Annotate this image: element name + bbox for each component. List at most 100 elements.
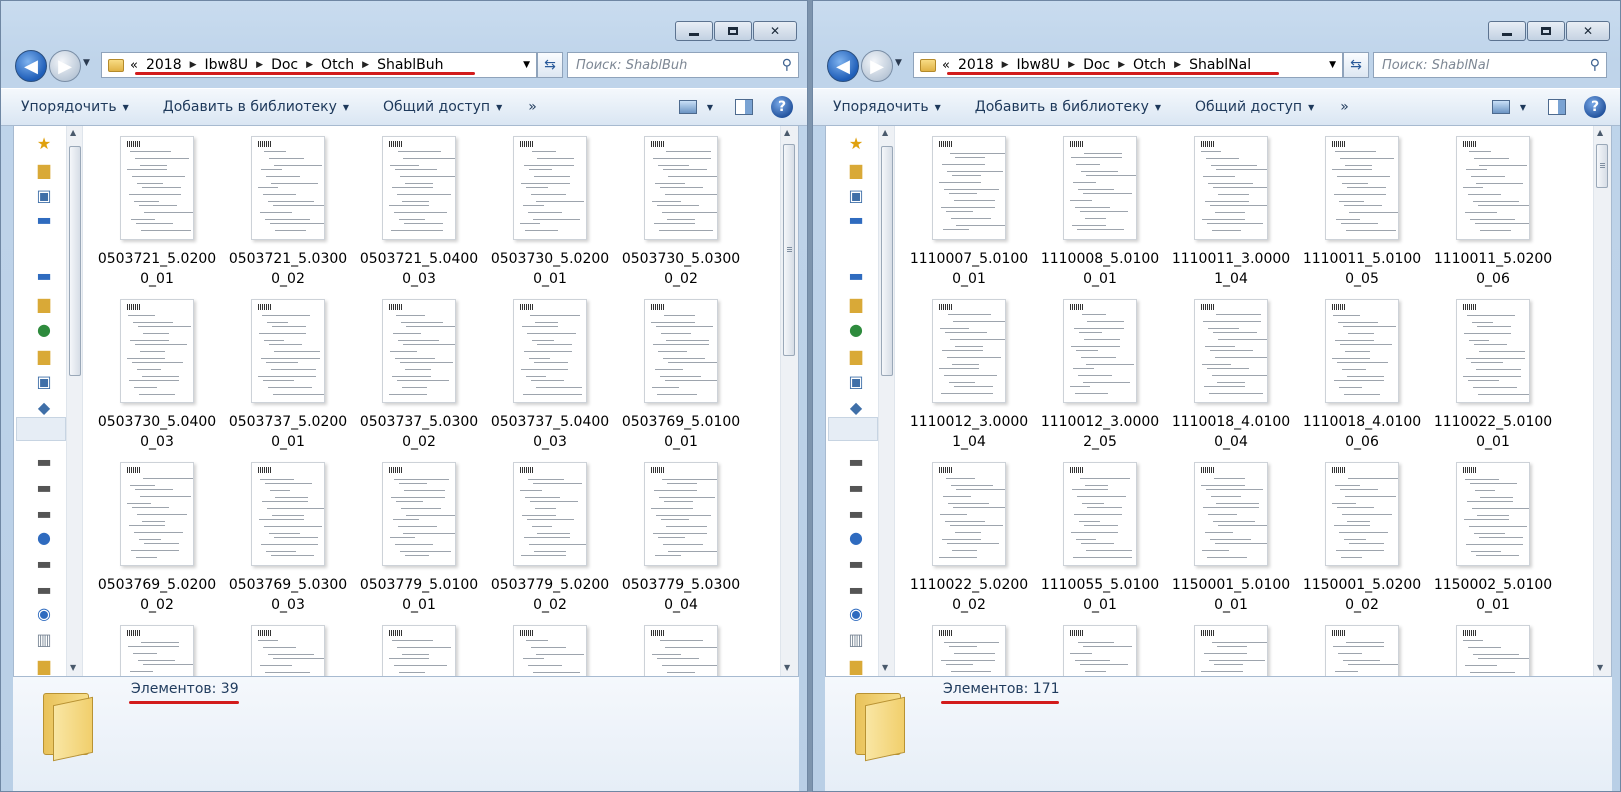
homegroup-icon[interactable]: ◆ (34, 398, 54, 417)
file-item[interactable]: 1150002_5.01000_01 (1428, 462, 1558, 625)
address-dropdown-icon[interactable]: ▼ (1329, 60, 1336, 70)
file-item[interactable] (485, 625, 615, 676)
breadcrumb-item[interactable]: 2018 (958, 57, 994, 73)
file-item[interactable]: 0503769_5.01000_01 (616, 299, 746, 462)
close-button[interactable]: ✕ (753, 21, 797, 41)
breadcrumb-item[interactable]: Doc (271, 57, 298, 73)
computer-nav-item[interactable] (828, 417, 878, 441)
refresh-button[interactable]: ⇆ (537, 52, 563, 78)
file-item[interactable] (904, 625, 1034, 676)
network-icon[interactable]: ● (846, 528, 866, 547)
drive-d-icon[interactable]: ▬ (846, 478, 866, 497)
search-icon[interactable]: ⚲ (782, 57, 792, 73)
organize-menu[interactable]: Упорядочить ▼ (1, 99, 143, 115)
documents-library-icon[interactable]: ▆ (846, 294, 866, 313)
folder-icon[interactable]: ▆ (846, 656, 866, 675)
back-button[interactable]: ◀ (15, 50, 47, 82)
address-dropdown-icon[interactable]: ▼ (523, 60, 530, 70)
pictures-library-icon[interactable]: ● (846, 320, 866, 339)
refresh-button[interactable]: ⇆ (1343, 52, 1369, 78)
file-list-scroll-thumb[interactable] (1596, 144, 1608, 188)
favorites-star-icon[interactable]: ★ (846, 134, 866, 153)
drive-d-icon[interactable]: ▬ (34, 478, 54, 497)
minimize-button[interactable] (675, 21, 713, 41)
drive-g-icon[interactable]: ▬ (846, 580, 866, 599)
pictures-library-icon[interactable]: ● (34, 320, 54, 339)
breadcrumb-separator-icon[interactable]: ▶ (1118, 60, 1125, 70)
search-input[interactable]: Поиск: ShablBuh ⚲ (567, 52, 799, 78)
breadcrumb-item[interactable]: Otch (1133, 57, 1166, 73)
breadcrumb-item[interactable]: Otch (321, 57, 354, 73)
file-item[interactable]: 1150001_5.01000_01 (1166, 462, 1296, 625)
change-view-icon[interactable] (678, 100, 697, 114)
file-item[interactable]: 0503737_5.02000_01 (223, 299, 353, 462)
file-item[interactable]: 0503779_5.03000_04 (616, 462, 746, 625)
file-item[interactable]: 1110055_5.01000_01 (1035, 462, 1165, 625)
navigation-pane-scrollbar[interactable]: ▲ ▼ (66, 126, 83, 676)
breadcrumb-separator-icon[interactable]: ▶ (306, 60, 313, 70)
navigation-scroll-thumb[interactable] (881, 146, 893, 376)
minimize-button[interactable] (1488, 21, 1526, 41)
recent-pages-dropdown[interactable]: ▼ (83, 58, 90, 68)
back-button[interactable]: ◀ (827, 50, 859, 82)
preview-pane-icon[interactable] (1548, 99, 1566, 115)
file-item[interactable]: 0503730_5.02000_01 (485, 136, 615, 299)
file-item[interactable] (223, 625, 353, 676)
file-list-scrollbar[interactable]: ▲ ▼ (1593, 126, 1611, 676)
scroll-down-icon[interactable]: ▼ (70, 663, 76, 672)
file-item[interactable]: 0503769_5.03000_03 (223, 462, 353, 625)
file-item[interactable]: 1150001_5.02000_02 (1297, 462, 1427, 625)
close-button[interactable]: ✕ (1566, 21, 1610, 41)
preview-pane-icon[interactable] (735, 99, 753, 115)
breadcrumb-item[interactable]: 2018 (146, 57, 182, 73)
recent-places-icon[interactable]: ▬ (34, 210, 54, 229)
file-item[interactable]: 1110012_3.00001_04 (904, 299, 1034, 462)
file-item[interactable]: 1110022_5.02000_02 (904, 462, 1034, 625)
chevron-left-icon[interactable]: « (942, 58, 950, 73)
breadcrumb-separator-icon[interactable]: ▶ (362, 60, 369, 70)
libraries-icon[interactable]: ▬ (34, 266, 54, 285)
scroll-up-icon[interactable]: ▲ (784, 128, 790, 137)
file-item[interactable]: 1110018_4.01000_06 (1297, 299, 1427, 462)
breadcrumb-separator-icon[interactable]: ▶ (1002, 60, 1009, 70)
file-item[interactable] (1166, 625, 1296, 676)
desktop-icon[interactable]: ▣ (34, 186, 54, 205)
recycle-bin-icon[interactable]: ▥ (846, 630, 866, 649)
file-item[interactable] (1035, 625, 1165, 676)
file-item[interactable]: 1110011_5.02000_06 (1428, 136, 1558, 299)
file-item[interactable] (354, 625, 484, 676)
file-item[interactable]: 1110007_5.01000_01 (904, 136, 1034, 299)
scroll-up-icon[interactable]: ▲ (882, 128, 888, 137)
desktop-icon[interactable]: ▣ (846, 186, 866, 205)
organize-menu[interactable]: Упорядочить ▼ (813, 99, 955, 115)
navigation-scroll-thumb[interactable] (69, 146, 81, 376)
file-list-scroll-thumb[interactable] (783, 144, 795, 356)
breadcrumb-item[interactable]: Ibw8U (205, 57, 249, 73)
file-item[interactable] (1297, 625, 1427, 676)
file-item[interactable]: 0503779_5.02000_02 (485, 462, 615, 625)
search-input[interactable]: Поиск: ShablNal ⚲ (1373, 52, 1607, 78)
scroll-up-icon[interactable]: ▲ (70, 128, 76, 137)
downloads-folder-icon[interactable]: ▆ (846, 160, 866, 179)
recent-pages-dropdown[interactable]: ▼ (895, 58, 902, 68)
file-item[interactable]: 0503769_5.02000_02 (92, 462, 222, 625)
file-item[interactable] (616, 625, 746, 676)
favorites-star-icon[interactable]: ★ (34, 134, 54, 153)
breadcrumb-separator-icon[interactable]: ▶ (1068, 60, 1075, 70)
network-icon[interactable]: ● (34, 528, 54, 547)
help-icon[interactable]: ? (771, 96, 793, 118)
music-library-icon[interactable]: ▆ (34, 346, 54, 365)
drive-f-icon[interactable]: ▬ (34, 554, 54, 573)
view-options-dropdown[interactable]: ▼ (1520, 103, 1526, 112)
share-menu[interactable]: Общий доступ ▼ (1175, 99, 1328, 115)
drive-g-icon[interactable]: ▬ (34, 580, 54, 599)
drive-c-icon[interactable]: ▬ (846, 452, 866, 471)
homegroup-icon[interactable]: ◆ (846, 398, 866, 417)
control-panel-icon[interactable]: ◉ (846, 604, 866, 623)
forward-button[interactable]: ▶ (49, 50, 81, 82)
scroll-up-icon[interactable]: ▲ (1597, 128, 1603, 137)
file-item[interactable]: 1110012_3.00002_05 (1035, 299, 1165, 462)
file-item[interactable]: 1110018_4.01000_04 (1166, 299, 1296, 462)
breadcrumb-item[interactable]: Ibw8U (1017, 57, 1061, 73)
file-item[interactable]: 0503721_5.03000_02 (223, 136, 353, 299)
